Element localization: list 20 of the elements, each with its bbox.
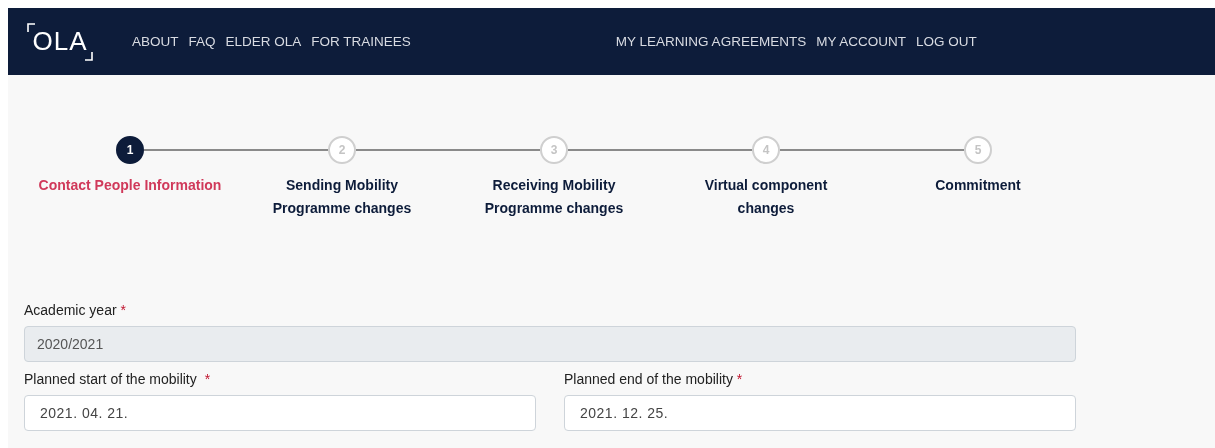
step-label[interactable]: Receiving Mobility Programme changes [464,174,644,220]
date-field[interactable]: 2021. 12. 25. [564,395,1076,431]
nav-link[interactable]: MY ACCOUNT [816,34,906,49]
nav-link[interactable]: LOG OUT [915,34,977,49]
nav-link[interactable]: FAQ [188,34,216,49]
logo-bracket-icon [26,21,94,62]
nav-link[interactable]: ABOUT [132,34,179,49]
step-label[interactable]: Commitment [935,174,1021,197]
step-label[interactable]: Sending Mobility Programme changes [252,174,432,220]
field-label: Planned end of the mobility * [564,371,744,387]
step-label[interactable]: Virtual component changes [676,174,856,220]
step-label[interactable]: Contact People Information [38,174,222,197]
step-number[interactable]: 1 [116,136,144,164]
nav-link[interactable]: MY LEARNING AGREEMENTS [615,34,807,49]
logo[interactable]: OLA [32,26,88,57]
date-field[interactable]: 2021. 04. 21. [24,395,536,431]
nav-link[interactable]: FOR TRAINEES [311,34,411,49]
nav-link[interactable]: ELDER OLA [225,34,302,49]
field-label: Academic year * [24,302,127,318]
field-label: Planned start of the mobility * [24,371,212,387]
